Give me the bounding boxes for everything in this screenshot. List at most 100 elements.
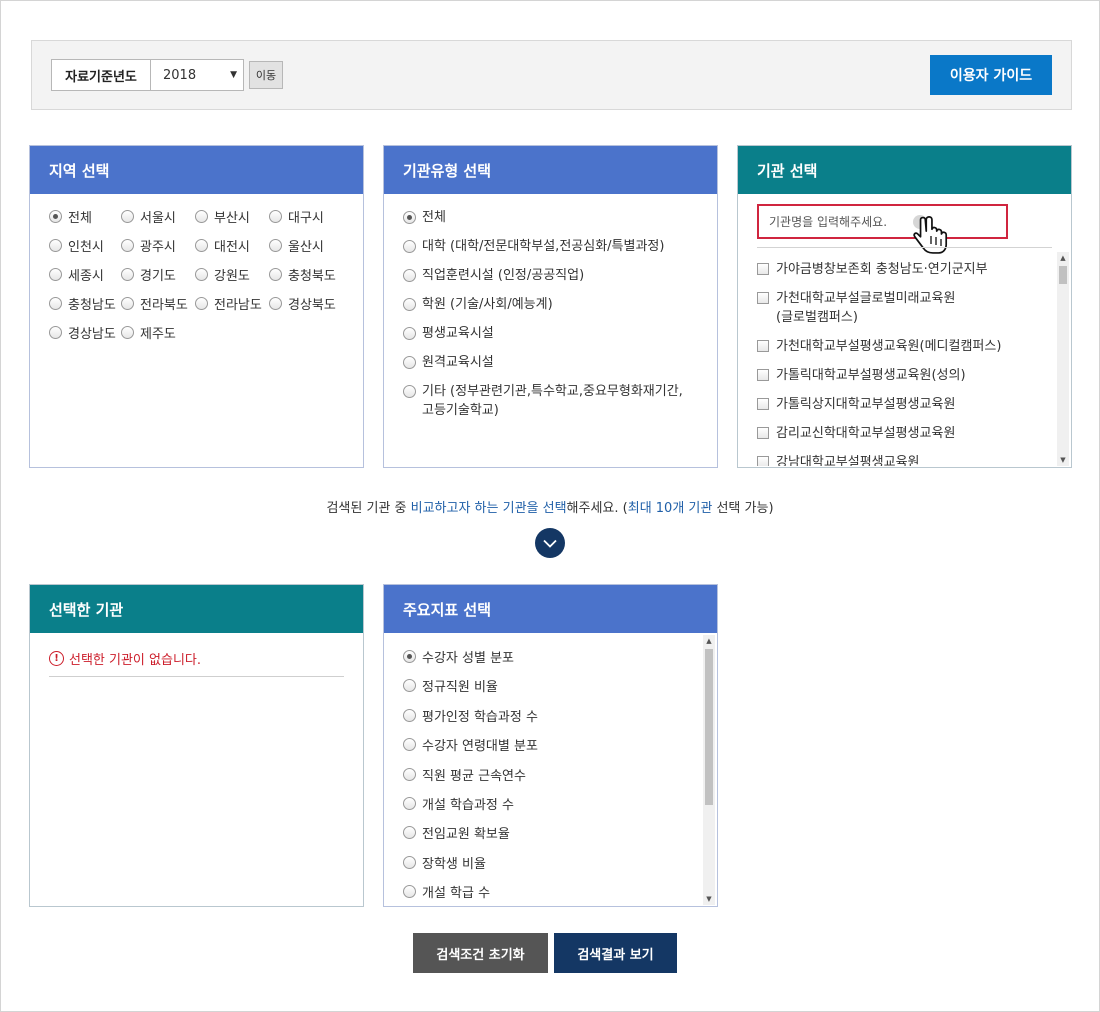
radio-button[interactable]	[403, 796, 416, 810]
institution-item[interactable]: 가야금병창보존회 충청남도·연기군지부	[757, 260, 1052, 279]
view-results-button[interactable]: 검색결과 보기	[554, 933, 677, 973]
radio-button[interactable]	[195, 239, 208, 252]
reset-button[interactable]: 검색조건 초기화	[413, 933, 548, 973]
type-option[interactable]: 원격교육시설	[403, 353, 713, 372]
scroll-up-arrow-icon[interactable]: ▲	[1057, 252, 1069, 264]
radio-button[interactable]	[403, 327, 416, 340]
radio-button[interactable]	[49, 239, 62, 252]
institution-item[interactable]: 감리교신학대학교부설평생교육원	[757, 424, 1052, 443]
institution-scrollbar[interactable]: ▲ ▼	[1057, 252, 1069, 466]
radio-button[interactable]	[403, 385, 416, 398]
radio-button[interactable]	[403, 767, 416, 781]
region-option[interactable]: 경기도	[121, 266, 195, 284]
scroll-up-arrow-icon[interactable]: ▲	[703, 635, 715, 647]
radio-button[interactable]	[121, 297, 134, 310]
region-option[interactable]: 대구시	[269, 208, 349, 226]
scroll-down-button[interactable]	[535, 528, 565, 558]
scroll-thumb[interactable]	[1059, 266, 1067, 284]
indicator-option[interactable]: 개설 학급 수	[403, 882, 693, 901]
type-option[interactable]: 기타 (정부관련기관,특수학교,중요무형화재기간, 고등기술학교)	[403, 382, 713, 420]
scroll-down-arrow-icon[interactable]: ▼	[703, 893, 715, 905]
scroll-down-arrow-icon[interactable]: ▼	[1057, 454, 1069, 466]
indicator-option[interactable]: 평가인정 학습과정 수	[403, 706, 693, 725]
institution-item[interactable]: 가천대학교부설글로벌미래교육원 (글로벌캠퍼스)	[757, 289, 1052, 327]
go-button[interactable]: 이동	[249, 61, 283, 89]
region-option[interactable]: 전라북도	[121, 295, 195, 313]
type-option[interactable]: 대학 (대학/전문대학부설,전공심화/특별과정)	[403, 237, 713, 256]
radio-button[interactable]	[195, 297, 208, 310]
checkbox[interactable]	[757, 292, 769, 304]
indicator-option[interactable]: 수강자 연령대별 분포	[403, 735, 693, 754]
radio-button[interactable]	[403, 298, 416, 311]
radio-button[interactable]	[403, 708, 416, 722]
region-option-label: 세종시	[68, 269, 104, 284]
radio-button[interactable]	[121, 268, 134, 281]
region-option[interactable]: 세종시	[49, 266, 121, 284]
user-guide-button[interactable]: 이용자 가이드	[930, 55, 1052, 95]
institution-item[interactable]: 가톨릭대학교부설평생교육원(성의)	[757, 366, 1052, 385]
type-option[interactable]: 전체	[403, 208, 713, 227]
indicator-option[interactable]: 정규직원 비율	[403, 676, 693, 695]
radio-button[interactable]	[49, 210, 62, 223]
region-option[interactable]: 제주도	[121, 324, 195, 342]
radio-button[interactable]	[269, 239, 282, 252]
radio-button[interactable]	[121, 210, 134, 223]
indicator-scrollbar[interactable]: ▲ ▼	[703, 635, 715, 905]
radio-button[interactable]	[121, 326, 134, 339]
indicator-option[interactable]: 개설 학습과정 수	[403, 794, 693, 813]
region-option[interactable]: 서울시	[121, 208, 195, 226]
radio-button[interactable]	[49, 268, 62, 281]
region-option[interactable]: 충청남도	[49, 295, 121, 313]
institution-search-input[interactable]: 기관명을 입력해주세요.	[757, 204, 1008, 239]
institution-item[interactable]: 가톨릭상지대학교부설평생교육원	[757, 395, 1052, 414]
region-option[interactable]: 울산시	[269, 237, 349, 255]
region-option[interactable]: 대전시	[195, 237, 269, 255]
radio-button[interactable]	[269, 210, 282, 223]
radio-button[interactable]	[403, 211, 416, 224]
radio-button[interactable]	[49, 326, 62, 339]
type-option[interactable]: 평생교육시설	[403, 324, 713, 343]
radio-button[interactable]	[403, 738, 416, 752]
year-select[interactable]: 2018 ▼	[151, 59, 244, 91]
type-option[interactable]: 직업훈련시설 (인정/공공직업)	[403, 266, 713, 285]
checkbox[interactable]	[757, 398, 769, 410]
radio-button[interactable]	[403, 679, 416, 693]
region-option[interactable]: 광주시	[121, 237, 195, 255]
institution-item[interactable]: 가천대학교부설평생교육원(메디컬캠퍼스)	[757, 337, 1052, 356]
region-option[interactable]: 경상남도	[49, 324, 121, 342]
radio-button[interactable]	[195, 210, 208, 223]
radio-button[interactable]	[269, 297, 282, 310]
radio-button[interactable]	[403, 240, 416, 253]
checkbox[interactable]	[757, 456, 769, 466]
radio-button[interactable]	[403, 826, 416, 840]
checkbox[interactable]	[757, 340, 769, 352]
indicator-option[interactable]: 직원 평균 근속연수	[403, 765, 693, 784]
region-option[interactable]: 충청북도	[269, 266, 349, 284]
region-option[interactable]: 인천시	[49, 237, 121, 255]
scroll-thumb[interactable]	[705, 649, 713, 805]
type-option[interactable]: 학원 (기술/사회/예능계)	[403, 295, 713, 314]
radio-button[interactable]	[403, 885, 416, 899]
radio-button[interactable]	[403, 650, 416, 663]
checkbox[interactable]	[757, 427, 769, 439]
region-option[interactable]: 전체	[49, 208, 121, 226]
indicator-option-label: 전임교원 확보율	[422, 827, 510, 843]
region-option[interactable]: 강원도	[195, 266, 269, 284]
region-option[interactable]: 부산시	[195, 208, 269, 226]
radio-button[interactable]	[269, 268, 282, 281]
radio-button[interactable]	[403, 269, 416, 282]
radio-button[interactable]	[121, 239, 134, 252]
region-option[interactable]: 전라남도	[195, 295, 269, 313]
indicator-option[interactable]: 전임교원 확보율	[403, 823, 693, 842]
region-option[interactable]: 경상북도	[269, 295, 349, 313]
institution-item-label: 가톨릭대학교부설평생교육원(성의)	[776, 368, 966, 383]
checkbox[interactable]	[757, 263, 769, 275]
indicator-option[interactable]: 수강자 성별 분포	[403, 647, 693, 666]
radio-button[interactable]	[403, 855, 416, 869]
checkbox[interactable]	[757, 369, 769, 381]
radio-button[interactable]	[403, 356, 416, 369]
radio-button[interactable]	[195, 268, 208, 281]
radio-button[interactable]	[49, 297, 62, 310]
institution-item[interactable]: 강남대학교부설평생교육원	[757, 453, 1052, 466]
indicator-option[interactable]: 장학생 비율	[403, 853, 693, 872]
